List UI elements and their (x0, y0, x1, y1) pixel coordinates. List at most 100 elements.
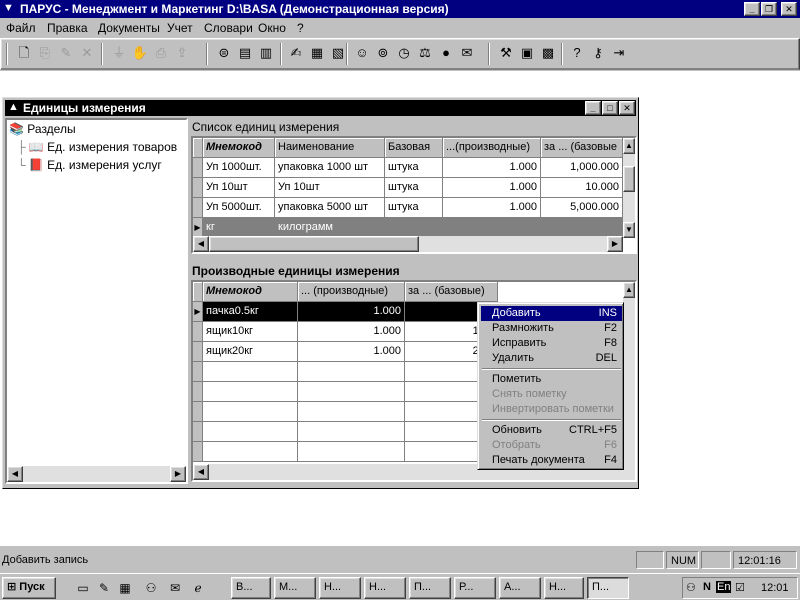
new-doc-icon[interactable]: 🗋 (13, 43, 35, 65)
menu-help[interactable]: ? (297, 21, 304, 35)
key-icon[interactable]: ⚷ (587, 43, 609, 65)
task-button-4[interactable]: Н... (364, 577, 406, 599)
print-icon[interactable]: ⎙ (150, 43, 172, 65)
task-button-active[interactable]: П... (587, 577, 629, 599)
menu-window[interactable]: Окно (258, 21, 286, 35)
tree-item-services-units[interactable]: └ 📕 Ед. измерения услуг (17, 158, 162, 172)
col-mnemocode[interactable]: Мнемокод (203, 138, 275, 158)
col-mnemocode[interactable]: Мнемокод (203, 282, 298, 302)
task-button-2[interactable]: М... (274, 577, 316, 599)
scroll-thumb[interactable] (623, 166, 635, 192)
menu-item-add[interactable]: Добавить INS (481, 306, 622, 321)
scroll-down-icon[interactable]: ▼ (623, 222, 635, 238)
people-icon[interactable]: ☺ (351, 43, 373, 65)
table-row[interactable]: ящик10кг 1.000 10.0 (193, 322, 498, 342)
clock[interactable]: 12:01 (761, 582, 789, 594)
menu-item-filter[interactable]: Отобрать F6 (481, 438, 622, 453)
window-maximize-button[interactable]: □ (602, 101, 618, 115)
menu-edit[interactable]: Правка (47, 21, 88, 35)
browser-icon[interactable]: ℯ (189, 579, 207, 597)
menu-documents[interactable]: Документы (98, 21, 160, 35)
filter-icon[interactable]: ⏚ (108, 43, 130, 65)
col-base-qty[interactable]: за ... (базовые (541, 138, 623, 158)
menu-dictionaries[interactable]: Словари (204, 21, 253, 35)
hand-icon[interactable]: ✋ (129, 43, 151, 65)
money-icon[interactable]: ⊚ (372, 43, 394, 65)
tools-icon[interactable]: ⚒ (495, 43, 517, 65)
catalog-icon[interactable]: ▥ (255, 43, 277, 65)
calculator-icon[interactable]: ▦ (116, 579, 134, 597)
window-minimize-button[interactable]: _ (585, 101, 601, 115)
task-button-7[interactable]: А... (499, 577, 541, 599)
scroll-left-icon[interactable]: ◀ (7, 466, 23, 482)
scroll-right-icon[interactable]: ▶ (607, 236, 623, 252)
calculator-icon[interactable]: ▣ (516, 43, 538, 65)
scroll-left-icon[interactable]: ◀ (193, 464, 209, 480)
network-icon[interactable]: ⚇ (142, 579, 160, 597)
copy-doc-icon[interactable]: ⎘ (34, 43, 56, 65)
table-row[interactable]: Уп 1000шт. упаковка 1000 шт штука 1.000 … (193, 158, 623, 178)
table-row[interactable]: Уп 5000шт. упаковка 5000 шт штука 1.000 … (193, 198, 623, 218)
start-button[interactable]: ⊞ Пуск (2, 577, 56, 599)
calculator-card-icon[interactable]: ▦ (306, 43, 328, 65)
scroll-up-icon[interactable]: ▲ (623, 282, 635, 298)
minimize-button[interactable]: _ (744, 2, 760, 16)
col-base[interactable]: Базовая (385, 138, 443, 158)
tree-hscrollbar[interactable]: ◀ ▶ (7, 466, 186, 482)
scroll-up-icon[interactable]: ▲ (623, 138, 635, 154)
table-row-selected[interactable]: ▶ пачка0.5кг 1.000 0.5 (193, 302, 498, 322)
clock-icon[interactable]: ◷ (393, 43, 415, 65)
menu-item-refresh[interactable]: Обновить CTRL+F5 (481, 423, 622, 438)
edit-doc-icon[interactable]: ✎ (55, 43, 77, 65)
exit-icon[interactable]: ⇥ (608, 43, 630, 65)
col-name[interactable]: Наименование (275, 138, 385, 158)
handshake-icon[interactable]: ✍ (285, 43, 307, 65)
menu-item-unmark[interactable]: Снять пометку (481, 387, 622, 402)
n-tray-icon[interactable]: N (703, 581, 711, 593)
menu-accounting[interactable]: Учет (167, 21, 193, 35)
units-vscrollbar[interactable]: ▲ ▼ (623, 138, 635, 238)
scroll-right-icon[interactable]: ▶ (170, 466, 186, 482)
table-row-selected[interactable]: ▶ кг килограмм (193, 218, 623, 238)
menu-item-duplicate[interactable]: Размножить F2 (481, 321, 622, 336)
menu-file[interactable]: Файл (6, 21, 36, 35)
col-derived[interactable]: ... (производные) (298, 282, 405, 302)
currency-icon[interactable]: ⊜ (213, 43, 235, 65)
bomb-icon[interactable]: ● (435, 43, 457, 65)
language-indicator[interactable]: En (716, 581, 732, 593)
outlook-icon[interactable]: ✉ (166, 579, 184, 597)
mail-icon[interactable]: ✉ (456, 43, 478, 65)
tree-item-goods-units[interactable]: ├ 📖 Ед. измерения товаров (17, 140, 177, 154)
task-button-1[interactable]: В... (231, 577, 271, 599)
scroll-thumb[interactable] (209, 236, 419, 252)
window-close-button[interactable]: ✕ (619, 101, 635, 115)
menu-item-invert-marks[interactable]: Инвертировать пометки (481, 402, 622, 417)
help-icon[interactable]: ? (566, 43, 588, 65)
network-tray-icon[interactable]: ⚇ (686, 581, 696, 594)
restore-button[interactable]: ❐ (761, 2, 777, 16)
units-hscrollbar[interactable]: ◀ ▶ (193, 236, 623, 252)
task-button-6[interactable]: Р... (454, 577, 496, 599)
menu-item-edit[interactable]: Исправить F8 (481, 336, 622, 351)
delete-icon[interactable]: ✕ (76, 43, 98, 65)
window-icon[interactable]: ▲ (8, 101, 19, 113)
notepad-icon[interactable]: ✎ (95, 579, 113, 597)
menu-item-mark[interactable]: Пометить (481, 372, 622, 387)
menu-item-delete[interactable]: Удалить DEL (481, 351, 622, 366)
export-icon[interactable]: ⇪ (171, 43, 193, 65)
app-icon[interactable]: ▼ (3, 2, 14, 14)
desktop-icon[interactable]: ▭ (74, 579, 92, 597)
close-button[interactable]: ✕ (781, 2, 797, 16)
tree-root[interactable]: 📚 Разделы (9, 122, 76, 136)
table-row[interactable]: Уп 10шт Уп 10шт штука 1.000 10.000 (193, 178, 623, 198)
scales-icon[interactable]: ⚖ (414, 43, 436, 65)
books-icon[interactable]: ▤ (234, 43, 256, 65)
checkbox-tray-icon[interactable]: ☑ (735, 581, 745, 594)
derived-vscrollbar[interactable]: ▲ (623, 282, 635, 464)
task-button-3[interactable]: Н... (319, 577, 361, 599)
task-button-5[interactable]: П... (409, 577, 451, 599)
table-row[interactable]: ящик20кг 1.000 20.0 (193, 342, 498, 362)
task-button-8[interactable]: Н... (544, 577, 584, 599)
menu-item-print[interactable]: Печать документа F4 (481, 453, 622, 468)
scroll-left-icon[interactable]: ◀ (193, 236, 209, 252)
